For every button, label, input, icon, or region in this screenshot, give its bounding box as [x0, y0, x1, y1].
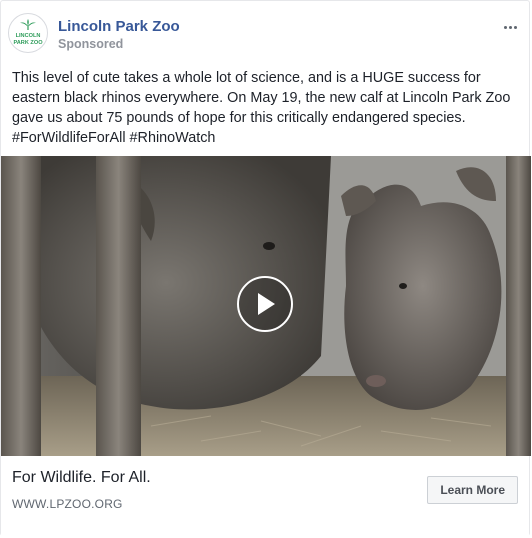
link-preview[interactable]: For Wildlife. For All. WWW.LPZOO.ORG Lea… [1, 456, 529, 536]
link-headline[interactable]: For Wildlife. For All. [12, 469, 151, 487]
post-header: LINCOLN PARK ZOO Lincoln Park Zoo Sponso… [1, 1, 529, 63]
svg-text:PARK ZOO: PARK ZOO [13, 40, 43, 46]
play-triangle [258, 293, 275, 315]
play-icon[interactable] [237, 276, 293, 332]
ellipsis-icon[interactable] [499, 17, 521, 37]
learn-more-button[interactable]: Learn More [427, 476, 518, 504]
sponsored-label[interactable]: Sponsored [58, 37, 123, 51]
lincoln-park-zoo-logo: LINCOLN PARK ZOO [13, 19, 43, 46]
page-avatar[interactable]: LINCOLN PARK ZOO [8, 13, 48, 53]
link-domain: WWW.LPZOO.ORG [12, 497, 123, 511]
post-message: This level of cute takes a whole lot of … [12, 70, 515, 146]
sponsored-post-card: LINCOLN PARK ZOO Lincoln Park Zoo Sponso… [0, 0, 531, 536]
svg-text:LINCOLN: LINCOLN [16, 33, 41, 39]
page-name-link[interactable]: Lincoln Park Zoo [58, 18, 180, 35]
